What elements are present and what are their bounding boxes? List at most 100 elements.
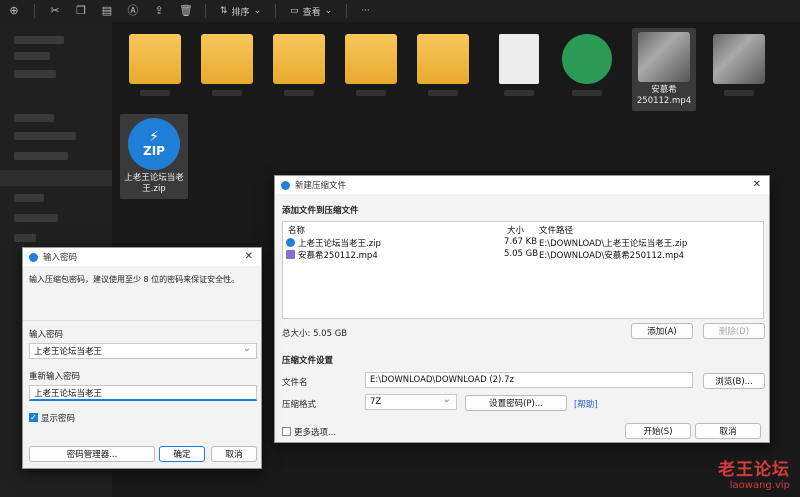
paste-icon[interactable]: ▤ (101, 5, 113, 17)
row-size: 7.67 KB (504, 237, 538, 247)
sidebar-item[interactable] (14, 114, 54, 122)
folder-item[interactable] (196, 34, 258, 96)
cut-icon[interactable]: ✂ (49, 5, 61, 17)
video-file-item[interactable]: 安慕希250112.mp4 (632, 28, 696, 111)
sidebar-item[interactable] (14, 214, 58, 222)
add-files-heading: 添加文件到压缩文件 (282, 206, 359, 216)
browse-button[interactable]: 浏览(B)... (703, 373, 765, 389)
format-label: 压缩格式 (282, 400, 317, 410)
file-list[interactable]: 名称 大小 文件路径 上老王论坛当老王.zip 7.67 KB E:\DOWNL… (282, 221, 764, 319)
app-logo-icon (29, 252, 38, 262)
divider (23, 320, 261, 321)
row-path: E:\DOWNLOAD\安慕希250112.mp4 (539, 251, 685, 261)
cancel-button[interactable]: 取消 (695, 423, 761, 439)
set-password-button[interactable]: 设置密码(P)... (465, 395, 567, 411)
column-header-name[interactable]: 名称 (288, 224, 305, 236)
view-icon: ▭ (290, 6, 299, 16)
share-icon[interactable]: ⇪ (153, 5, 165, 17)
video-file-icon (286, 250, 295, 259)
folder-item[interactable] (124, 34, 186, 96)
document-item[interactable] (488, 34, 550, 96)
show-password-checkbox[interactable]: ✓ (29, 413, 38, 422)
folder-icon (201, 34, 253, 84)
sidebar-item[interactable] (14, 194, 44, 202)
blurred-label (572, 90, 602, 96)
rename-icon[interactable]: Ⓐ (127, 5, 139, 17)
table-row[interactable]: 上老王论坛当老王.zip 7.67 KB E:\DOWNLOAD\上老王论坛当老… (283, 237, 763, 249)
sort-button[interactable]: ⇅ 排序 ⌄ (220, 5, 261, 18)
more-options-checkbox[interactable] (282, 427, 291, 436)
dialog-titlebar: 新建压缩文件 ✕ (275, 176, 769, 194)
app-logo-icon (281, 180, 290, 190)
table-row[interactable]: 安慕希250112.mp4 5.05 GB E:\DOWNLOAD\安慕希250… (283, 249, 763, 261)
close-icon[interactable]: ✕ (753, 179, 761, 190)
row-name: 上老王论坛当老王.zip (298, 239, 381, 249)
blurred-label (284, 90, 314, 96)
app-item[interactable] (556, 34, 618, 96)
password-input[interactable]: 上老王论坛当老王 (29, 343, 257, 359)
folder-item[interactable] (268, 34, 330, 96)
toolbar-divider (346, 4, 348, 18)
folder-item[interactable] (412, 34, 474, 96)
watermark-url: laowang.vip (729, 480, 790, 491)
cancel-button[interactable]: 取消 (211, 446, 257, 462)
delete-icon[interactable]: 🗑 (179, 5, 193, 17)
sidebar-item[interactable] (14, 152, 68, 160)
blurred-label (212, 90, 242, 96)
toolbar-divider (34, 4, 35, 18)
add-button[interactable]: 添加(A) (631, 323, 693, 339)
zip-file-item[interactable]: ⚡ ZIP 上老王论坛当老王.zip (120, 114, 188, 199)
password-hint: 输入压缩包密码，建议使用至少 8 位的密码来保证安全性。 (29, 275, 240, 284)
new-icon[interactable]: ⊕ (8, 5, 20, 17)
blurred-label (724, 90, 754, 96)
filename-label: 文件名 (282, 378, 308, 388)
ok-button[interactable]: 确定 (159, 446, 205, 462)
blurred-label (140, 90, 170, 96)
watermark: 老王论坛 laowang.vip (718, 455, 790, 491)
file-name: 上老王论坛当老王.zip (124, 173, 184, 194)
repeat-password-input[interactable]: 上老王论坛当老王 (29, 385, 257, 401)
blurred-label (356, 90, 386, 96)
repeat-password-label: 重新输入密码 (29, 372, 81, 382)
column-header-size[interactable]: 大小 (507, 224, 524, 236)
help-link[interactable]: [帮助] (574, 398, 598, 410)
blurred-label (504, 90, 534, 96)
folder-icon (345, 34, 397, 84)
view-label: 查看 (302, 7, 321, 18)
format-select[interactable]: 7Z (365, 394, 457, 410)
more-button[interactable]: ··· (361, 6, 370, 16)
copy-icon[interactable]: ❐ (75, 5, 87, 17)
settings-heading: 压缩文件设置 (282, 356, 334, 366)
password-manager-button[interactable]: 密码管理器... (29, 446, 155, 462)
video-thumbnail-icon (638, 32, 690, 82)
close-icon[interactable]: ✕ (245, 251, 253, 262)
start-button[interactable]: 开始(S) (625, 423, 691, 439)
row-path: E:\DOWNLOAD\上老王论坛当老王.zip (539, 239, 688, 249)
view-button[interactable]: ▭ 查看 ⌄ (290, 5, 332, 18)
filename-input[interactable]: E:\DOWNLOAD\DOWNLOAD (2).7z (365, 372, 693, 388)
new-archive-dialog: 新建压缩文件 ✕ 添加文件到压缩文件 名称 大小 文件路径 上老王论坛当老王.z… (274, 175, 770, 443)
sidebar-item-selected[interactable] (0, 170, 112, 186)
chevron-down-icon: ⌄ (253, 6, 262, 16)
sidebar-item[interactable] (14, 132, 76, 140)
folder-icon (417, 34, 469, 84)
file-name: 安慕希250112.mp4 (636, 85, 692, 106)
sidebar-item[interactable] (14, 70, 56, 78)
blurred-label (428, 90, 458, 96)
toolbar-divider (275, 4, 277, 18)
remove-button[interactable]: 删除(D) (703, 323, 765, 339)
row-size: 5.05 GB (504, 249, 539, 259)
sort-label: 排序 (231, 7, 250, 18)
sidebar-item[interactable] (14, 36, 64, 44)
folder-icon (129, 34, 181, 84)
video-thumbnail-icon (713, 34, 765, 84)
sidebar-item[interactable] (14, 234, 36, 242)
video-item[interactable] (708, 34, 770, 96)
zip-icon: ⚡ ZIP (128, 118, 180, 170)
list-header: 名称 大小 文件路径 (283, 224, 763, 236)
sidebar-item[interactable] (14, 52, 50, 60)
folder-item[interactable] (340, 34, 402, 96)
folder-icon (273, 34, 325, 84)
column-header-path[interactable]: 文件路径 (539, 224, 573, 236)
sort-icon: ⇅ (220, 6, 228, 16)
